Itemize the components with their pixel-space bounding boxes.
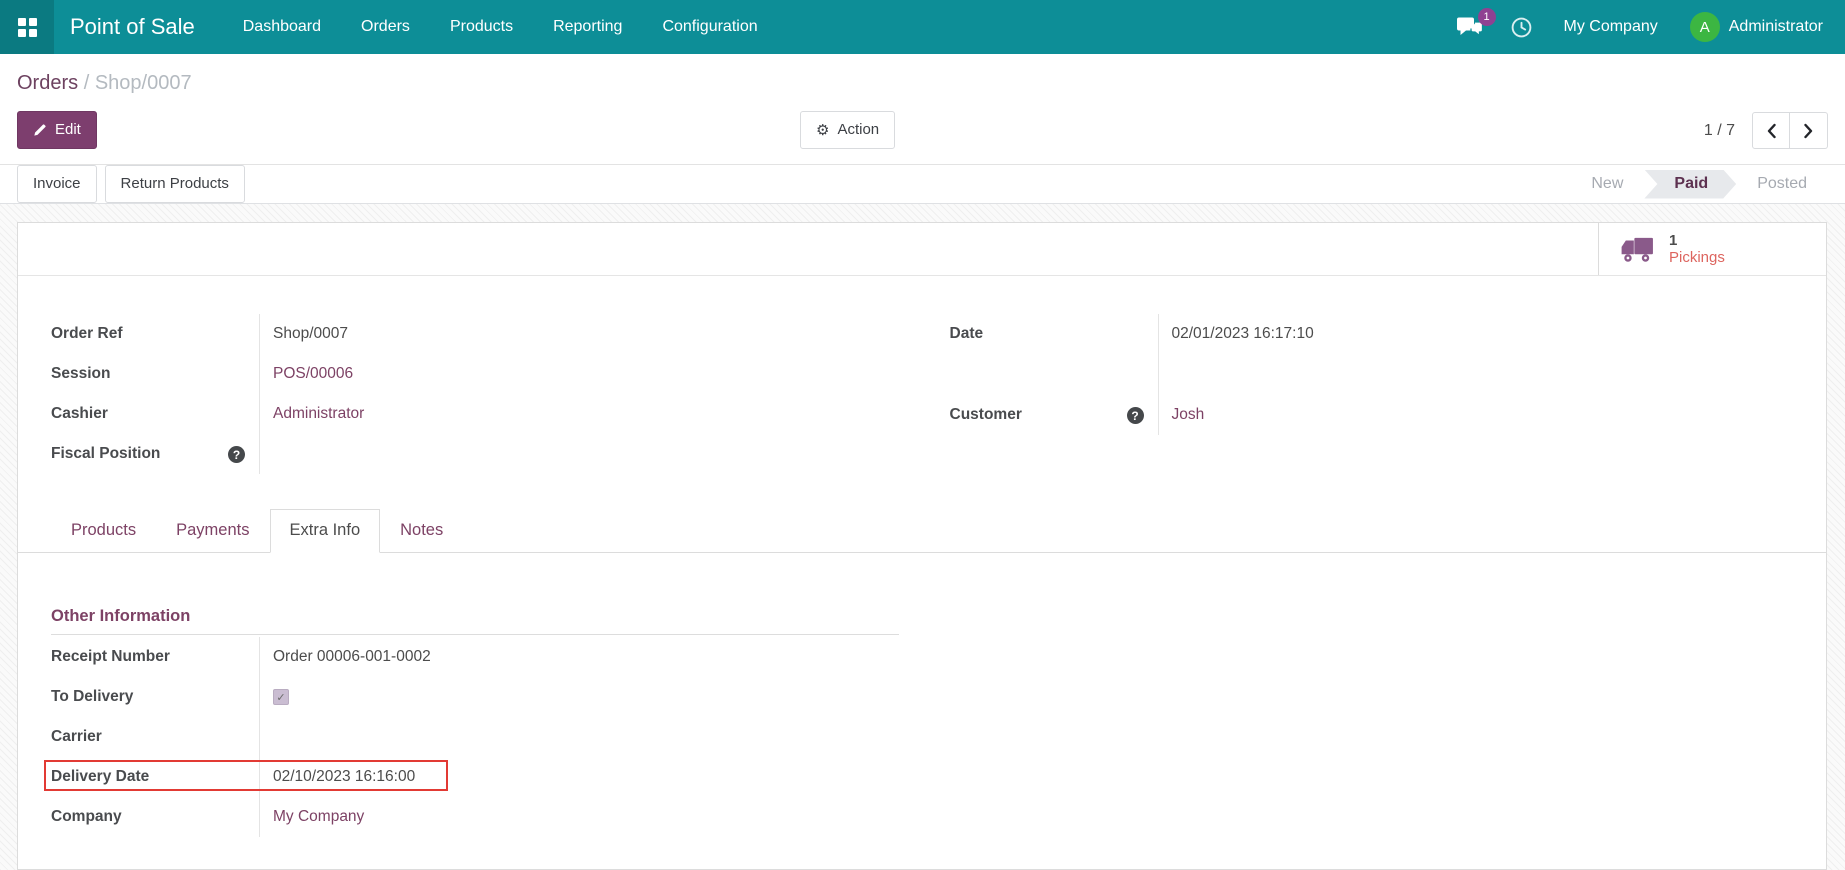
gear-icon: ⚙ bbox=[816, 120, 830, 139]
breadcrumb-separator: / bbox=[83, 72, 90, 94]
fiscal-position-value bbox=[259, 434, 880, 474]
field-date: Date 02/01/2023 16:17:10 bbox=[950, 314, 1779, 354]
record-pager: 1 / 7 bbox=[1704, 112, 1828, 149]
company-link[interactable]: My Company bbox=[273, 808, 364, 825]
field-company: Company My Company bbox=[51, 797, 899, 837]
user-name: Administrator bbox=[1728, 18, 1823, 35]
pager-count: 1 / 7 bbox=[1703, 121, 1735, 139]
pickings-count: 1 bbox=[1669, 232, 1678, 249]
field-carrier: Carrier bbox=[51, 717, 899, 757]
to-delivery-checkbox[interactable]: ✓ bbox=[273, 689, 289, 705]
field-cashier: Cashier Administrator bbox=[51, 394, 880, 434]
pager-previous-button[interactable] bbox=[1752, 112, 1790, 149]
section-title: Other Information bbox=[51, 607, 191, 625]
tab-notes[interactable]: Notes bbox=[380, 509, 463, 553]
content-background: 1 Pickings Order Ref Shop/0007 Session P… bbox=[0, 204, 1845, 870]
field-label: Carrier bbox=[51, 728, 102, 745]
messages-button[interactable]: 1 bbox=[1444, 0, 1497, 54]
tab-payments[interactable]: Payments bbox=[156, 509, 269, 553]
pickings-stat-button[interactable]: 1 Pickings bbox=[1598, 223, 1826, 275]
field-label: Cashier bbox=[51, 405, 108, 422]
pager-next-button[interactable] bbox=[1790, 112, 1828, 149]
menu-configuration[interactable]: Configuration bbox=[642, 0, 777, 54]
help-icon: ? bbox=[228, 446, 245, 463]
field-label: Company bbox=[51, 808, 122, 825]
state-posted[interactable]: Posted bbox=[1736, 170, 1828, 199]
app-title: Point of Sale bbox=[70, 14, 195, 39]
field-delivery-date: Delivery Date 02/10/2023 16:16:00 bbox=[44, 757, 899, 797]
cashier-link[interactable]: Administrator bbox=[273, 405, 364, 422]
apps-menu-button[interactable] bbox=[0, 0, 54, 54]
order-ref-value: Shop/0007 bbox=[259, 314, 880, 354]
company-switcher[interactable]: My Company bbox=[1546, 18, 1676, 36]
field-label: Delivery Date bbox=[51, 768, 150, 785]
user-menu[interactable]: A Administrator bbox=[1676, 12, 1845, 42]
stat-button-box: 1 Pickings bbox=[18, 223, 1826, 276]
statusbar: New Paid Posted bbox=[1570, 170, 1828, 199]
section-separator bbox=[51, 634, 899, 635]
delivery-date-value: 02/10/2023 16:16:00 bbox=[259, 757, 899, 797]
customer-link[interactable]: Josh bbox=[1172, 406, 1205, 423]
field-order-ref: Order Ref Shop/0007 bbox=[51, 314, 880, 354]
field-customer: Customer ? Josh bbox=[950, 395, 1779, 435]
field-label: To Delivery bbox=[51, 688, 134, 705]
apps-grid-icon bbox=[17, 17, 37, 37]
help-icon: ? bbox=[1126, 407, 1144, 424]
field-receipt-number: Receipt Number Order 00006-001-0002 bbox=[51, 637, 899, 677]
notebook-tabs: Products Payments Extra Info Notes bbox=[18, 509, 1826, 553]
empty-row bbox=[950, 354, 1779, 395]
user-avatar: A bbox=[1689, 12, 1720, 42]
breadcrumb-current: Shop/0007 bbox=[94, 72, 192, 94]
state-new[interactable]: New bbox=[1570, 170, 1644, 199]
field-label: Receipt Number bbox=[51, 648, 170, 665]
menu-reporting[interactable]: Reporting bbox=[533, 0, 642, 54]
field-session: Session POS/00006 bbox=[51, 354, 880, 394]
form-fields: Order Ref Shop/0007 Session POS/00006 Ca… bbox=[18, 276, 1826, 474]
form-left-group: Order Ref Shop/0007 Session POS/00006 Ca… bbox=[51, 314, 880, 474]
truck-icon bbox=[1621, 237, 1653, 262]
state-paid[interactable]: Paid bbox=[1644, 170, 1736, 199]
field-label: Session bbox=[51, 365, 111, 382]
form-right-group: Date 02/01/2023 16:17:10 Customer ? Josh bbox=[950, 314, 1779, 474]
main-menu: Dashboard Orders Products Reporting Conf… bbox=[223, 0, 778, 54]
action-menu-button[interactable]: ⚙ Action bbox=[800, 111, 896, 149]
breadcrumb: Orders / Shop/0007 bbox=[0, 54, 1845, 98]
tab-extra-info[interactable]: Extra Info bbox=[269, 509, 381, 553]
session-link[interactable]: POS/00006 bbox=[273, 365, 353, 382]
tab-products[interactable]: Products bbox=[51, 509, 156, 553]
menu-products[interactable]: Products bbox=[430, 0, 533, 54]
pickings-label: Pickings bbox=[1669, 249, 1725, 266]
field-label: Date bbox=[949, 325, 984, 342]
extra-info-pane: Other Information Receipt Number Order 0… bbox=[18, 553, 1826, 837]
messages-count-badge: 1 bbox=[1477, 8, 1496, 26]
date-value: 02/01/2023 16:17:10 bbox=[1157, 314, 1779, 354]
form-sheet: 1 Pickings Order Ref Shop/0007 Session P… bbox=[17, 222, 1827, 870]
other-information-group: Receipt Number Order 00006-001-0002 To D… bbox=[44, 637, 899, 837]
edit-button[interactable]: Edit bbox=[17, 111, 97, 149]
carrier-value bbox=[259, 717, 899, 757]
clock-icon bbox=[1511, 17, 1531, 37]
control-panel: Edit ⚙ Action 1 / 7 bbox=[0, 98, 1845, 164]
field-label: Customer ? bbox=[950, 395, 1158, 435]
top-navbar: Point of Sale Dashboard Orders Products … bbox=[0, 0, 1845, 54]
field-label: Order Ref bbox=[51, 325, 123, 342]
field-label: Fiscal Position ? bbox=[51, 434, 259, 474]
activities-button[interactable] bbox=[1497, 0, 1546, 54]
menu-orders[interactable]: Orders bbox=[341, 0, 430, 54]
pencil-icon bbox=[34, 124, 46, 136]
form-statusbar-row: Invoice Return Products New Paid Posted bbox=[0, 164, 1845, 204]
invoice-button[interactable]: Invoice bbox=[17, 165, 97, 203]
receipt-number-value: Order 00006-001-0002 bbox=[259, 637, 899, 677]
field-to-delivery: To Delivery ✓ bbox=[51, 677, 899, 717]
menu-dashboard[interactable]: Dashboard bbox=[223, 0, 341, 54]
field-fiscal-position: Fiscal Position ? bbox=[51, 434, 880, 474]
chevron-right-icon bbox=[1804, 123, 1813, 138]
return-products-button[interactable]: Return Products bbox=[104, 165, 245, 203]
breadcrumb-orders-link[interactable]: Orders bbox=[17, 72, 78, 94]
checkmark-icon: ✓ bbox=[276, 690, 286, 704]
chevron-left-icon bbox=[1767, 123, 1776, 138]
